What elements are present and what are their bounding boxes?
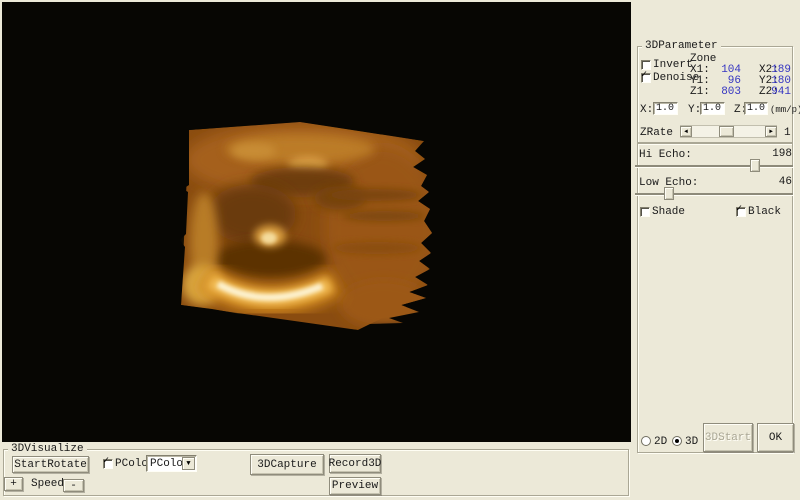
speed-plus-button[interactable]: + [4, 477, 23, 491]
pcolor-check-glyph: ✓ [103, 457, 109, 467]
app-window: { "icons": { "check": "✓", "scroll_left"… [0, 0, 800, 500]
low-echo-value: 46 [745, 176, 792, 188]
spacing-unit-label: (mm/p) [770, 104, 800, 116]
shade-checkbox[interactable] [640, 207, 650, 217]
parameter-group-title: 3DParameter [642, 40, 721, 53]
zone-z2-value: 941 [755, 86, 791, 98]
black-checkbox[interactable]: ✓ [736, 207, 746, 217]
denoise-checkbox[interactable]: ✓ [641, 73, 651, 83]
low-echo-slider-thumb[interactable] [664, 187, 674, 200]
hi-echo-label: Hi Echo: [639, 149, 692, 161]
shade-label: Shade [652, 206, 685, 218]
combo-dropdown-arrow-icon[interactable]: ▼ [182, 457, 195, 470]
black-label: Black [748, 206, 781, 218]
pcolor-combobox[interactable]: PColor ▼ [146, 455, 197, 472]
denoise-check-glyph: ✓ [641, 71, 647, 81]
visualize-group-title: 3DVisualize [8, 443, 87, 456]
record-3d-button[interactable]: Record3D [329, 454, 381, 473]
echo-groupbox [637, 143, 793, 453]
render-viewport[interactable] [2, 2, 631, 442]
y-spacing-field[interactable]: 1.0 [700, 102, 725, 115]
speed-label: Speed [31, 478, 64, 490]
zone-z1-value: 803 [705, 86, 741, 98]
ok-button[interactable]: OK [757, 423, 794, 452]
z-spacing-field[interactable]: 1.0 [744, 102, 768, 115]
zrate-scroll-thumb[interactable] [719, 126, 734, 137]
speed-minus-button[interactable]: - [63, 479, 84, 492]
preview-button[interactable]: Preview [329, 477, 381, 495]
mode-3d-label: 3D [685, 436, 698, 448]
invert-label: Invert [653, 59, 693, 71]
start-rotate-button[interactable]: StartRotate [12, 456, 89, 473]
hi-echo-slider-track[interactable] [635, 165, 793, 167]
zrate-scroll-right-icon[interactable]: ► [765, 126, 777, 137]
invert-checkbox[interactable] [641, 60, 651, 70]
zrate-scrollbar[interactable]: ◄ ► [680, 125, 777, 138]
x-spacing-label: X: [640, 104, 653, 116]
zrate-value: 1 [784, 127, 791, 139]
ultrasound-volume-render [2, 2, 631, 442]
mode-3d-radio[interactable] [672, 436, 682, 446]
hi-echo-slider-thumb[interactable] [750, 159, 760, 172]
zrate-label: ZRate [640, 127, 673, 139]
x-spacing-field[interactable]: 1.0 [653, 102, 678, 115]
capture-3d-button[interactable]: 3DCapture [250, 454, 324, 475]
low-echo-slider-track[interactable] [635, 193, 793, 195]
zrate-scroll-left-icon[interactable]: ◄ [680, 126, 692, 137]
black-check-glyph: ✓ [736, 205, 742, 215]
mode-2d-label: 2D [654, 436, 667, 448]
pcolor-checkbox[interactable]: ✓ [103, 459, 113, 469]
mode-2d-radio[interactable] [641, 436, 651, 446]
start-3d-button[interactable]: 3DStart [703, 423, 753, 452]
